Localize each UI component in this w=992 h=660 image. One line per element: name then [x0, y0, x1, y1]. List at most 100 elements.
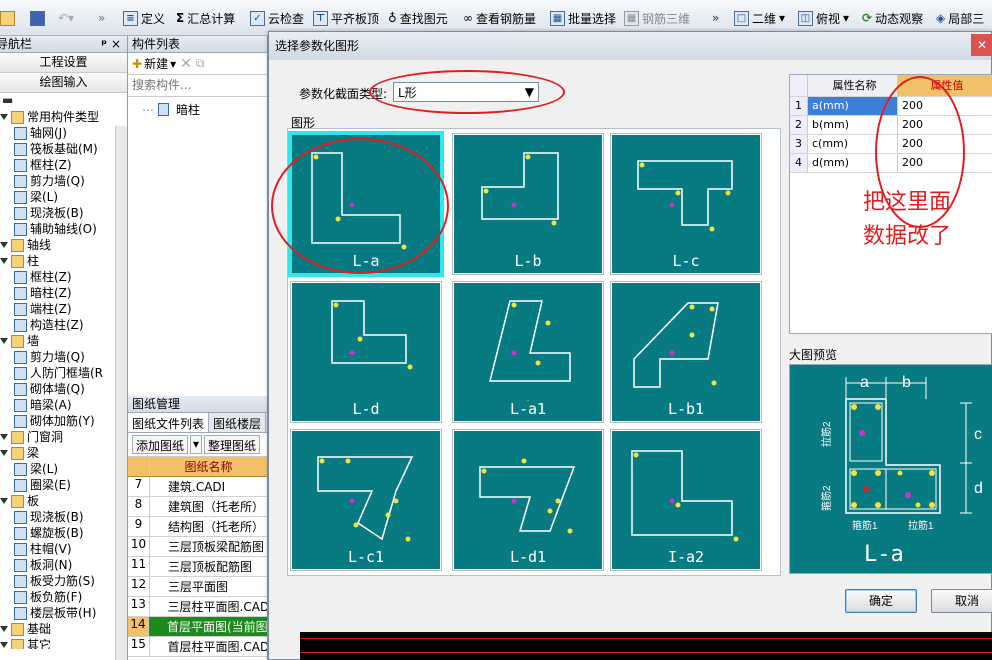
ok-button[interactable]: 确定	[845, 589, 917, 613]
nav-item[interactable]: 砌体加筋(Y)	[0, 413, 95, 429]
arrange-drawing-button[interactable]: 整理图纸	[204, 435, 261, 454]
nav-item[interactable]: 楼层板带(H)	[0, 605, 96, 621]
shape-option-l-b1[interactable]: L-b1	[610, 281, 762, 423]
sum-calc-button[interactable]: Σ 汇总计算	[176, 9, 235, 27]
nav-item[interactable]: 梁(L)	[0, 189, 58, 205]
nav-item[interactable]: 暗梁(A)	[0, 397, 72, 413]
drawing-row[interactable]: 9 结构图（托老所）	[128, 517, 267, 537]
top-view-dropdown[interactable]: ◫ 俯视 ▾	[798, 9, 849, 27]
drawing-row[interactable]: 13 三层柱平面图.CAD	[128, 597, 267, 617]
delete-icon[interactable]: ✕	[180, 56, 192, 72]
new-member-button[interactable]: ✚ 新建 ▾	[132, 55, 176, 72]
nav-item[interactable]: 暗柱(Z)	[0, 285, 72, 301]
shape-option-l-c[interactable]: L-c	[610, 133, 762, 275]
chevron-down-icon[interactable]	[0, 434, 8, 440]
view-rebar-qty-button[interactable]: ∞ 查看钢筋量	[463, 9, 536, 27]
nav-group[interactable]: 板	[0, 493, 39, 509]
member-list-item[interactable]: ⋯ 暗柱	[128, 97, 267, 118]
nav-item[interactable]: 板负筋(F)	[0, 589, 82, 605]
folder-open-button[interactable]	[0, 9, 15, 27]
add-drawing-button[interactable]: 添加图纸	[132, 435, 189, 454]
nav-item[interactable]: 辅助轴线(O)	[0, 221, 97, 237]
drawing-row[interactable]: 11 三层顶板配筋图	[128, 557, 267, 577]
nav-item[interactable]: 板洞(N)	[0, 557, 72, 573]
nav-item[interactable]: 筏板基础(M)	[0, 141, 98, 157]
nav-group[interactable]: 常用构件类型	[0, 109, 99, 125]
nav-item[interactable]: 剪力墙(Q)	[0, 349, 85, 365]
nav-item[interactable]: 端柱(Z)	[0, 301, 72, 317]
drawing-row[interactable]: 8 建筑图（托老所）	[128, 497, 267, 517]
toolbar-more-right[interactable]: »	[712, 9, 719, 27]
close-button[interactable]: ✕	[971, 34, 992, 56]
pin-icon[interactable]: ᵖ	[101, 36, 107, 52]
local-3d-button[interactable]: ◈ 局部三	[936, 9, 984, 27]
toolbar-more-left[interactable]: »	[98, 9, 105, 27]
chevron-down-icon[interactable]	[0, 242, 8, 248]
tab-drawing-files[interactable]: 图纸文件列表	[128, 413, 210, 432]
nav-group[interactable]: 门窗洞	[0, 429, 63, 445]
project-settings-button[interactable]: 工程设置	[0, 53, 127, 73]
save-button[interactable]	[30, 9, 45, 27]
nav-item[interactable]: 螺旋板(B)	[0, 525, 84, 541]
copy-icon[interactable]: ⧉	[196, 56, 205, 71]
chevron-down-icon[interactable]	[0, 338, 8, 344]
drawing-row[interactable]: 12 三层平面图	[128, 577, 267, 597]
close-icon[interactable]: ×	[111, 36, 121, 52]
cloud-check-button[interactable]: ✓ 云检查	[250, 9, 304, 27]
shape-option-l-c1[interactable]: L-c1	[290, 429, 442, 571]
shape-option-i-a2[interactable]: I-a2	[610, 429, 762, 571]
shape-option-l-b[interactable]: L-b	[452, 133, 604, 275]
nav-item-label: 剪力墙(Q)	[30, 174, 85, 188]
drawing-table: 7 建筑.CADI 8 建筑图（托老所） 9 结构图（托老所） 10 三层顶板梁配筋图 11 三层…	[128, 477, 267, 657]
chevron-down-icon[interactable]	[0, 642, 8, 648]
drawing-row[interactable]: 15 首层柱平面图.CAD	[128, 637, 267, 657]
shape-label: L-c1	[347, 548, 385, 566]
drawing-row[interactable]: 10 三层顶板梁配筋图	[128, 537, 267, 557]
rebar-3d-button[interactable]: ▦ 钢筋三维	[624, 9, 690, 27]
tie-dot	[669, 350, 675, 356]
nav-item[interactable]: 圈梁(E)	[0, 477, 71, 493]
nav-item[interactable]: 轴网(J)	[0, 125, 67, 141]
drawing-row[interactable]: 7 建筑.CADI	[128, 477, 267, 497]
chevron-down-icon[interactable]	[0, 258, 8, 264]
drawing-input-button[interactable]: 绘图输入	[0, 73, 127, 93]
find-element-button[interactable]: ♁ 查找图元	[388, 9, 448, 27]
define-button[interactable]: ≡ 定义	[123, 9, 165, 27]
nav-item[interactable]: 剪力墙(Q)	[0, 173, 85, 189]
chevron-down-icon[interactable]	[0, 498, 8, 504]
nav-item[interactable]: 柱帽(V)	[0, 541, 72, 557]
shape-option-l-d1[interactable]: L-d1	[452, 429, 604, 571]
chevron-down-icon[interactable]	[0, 114, 8, 120]
nav-group[interactable]: 梁	[0, 445, 39, 461]
chevron-down-icon[interactable]	[0, 626, 8, 632]
batch-select-button[interactable]: ▦ 批量选择	[550, 9, 616, 27]
shape-option-l-a1[interactable]: L-a1	[452, 281, 604, 423]
chevron-down-icon[interactable]: ▾	[190, 435, 203, 454]
nav-group[interactable]: 墙	[0, 333, 39, 349]
nav-item[interactable]: 现浇板(B)	[0, 205, 84, 221]
nav-item[interactable]: 框柱(Z)	[0, 157, 72, 173]
nav-item[interactable]: 框柱(Z)	[0, 269, 72, 285]
nav-scrollbar[interactable]	[115, 126, 127, 660]
nav-group[interactable]: 轴线	[0, 237, 51, 253]
cancel-button[interactable]: 取消	[931, 589, 992, 613]
shape-option-l-d[interactable]: L-d	[290, 281, 442, 423]
member-search-input[interactable]	[132, 78, 263, 92]
tab-drawing-floors[interactable]: 图纸楼层	[209, 413, 267, 432]
2d-view-dropdown[interactable]: □ 二维 ▾	[734, 9, 785, 27]
nav-group[interactable]: 柱	[0, 253, 39, 269]
drawing-row[interactable]: 14 首层平面图(当前图)	[128, 617, 267, 637]
nav-group[interactable]: 其它	[0, 637, 51, 649]
chevron-down-icon[interactable]	[0, 450, 8, 456]
nav-group[interactable]: 基础	[0, 621, 51, 637]
align-slab-button[interactable]: ⊤ 平齐板顶	[313, 9, 379, 27]
nav-item[interactable]: 现浇板(B)	[0, 509, 84, 525]
nav-item[interactable]: 构造柱(Z)	[0, 317, 84, 333]
nav-item[interactable]: 砌体墙(Q)	[0, 381, 85, 397]
nav-item[interactable]: 人防门框墙(R	[0, 365, 103, 381]
nav-item-label: 常用构件类型	[27, 110, 100, 124]
orbit-button[interactable]: ⟳ 动态观察	[862, 9, 923, 27]
nav-item[interactable]: 板受力筋(S)	[0, 573, 95, 589]
nav-item[interactable]: 梁(L)	[0, 461, 58, 477]
undo-button[interactable]: ↶▾	[58, 9, 74, 27]
